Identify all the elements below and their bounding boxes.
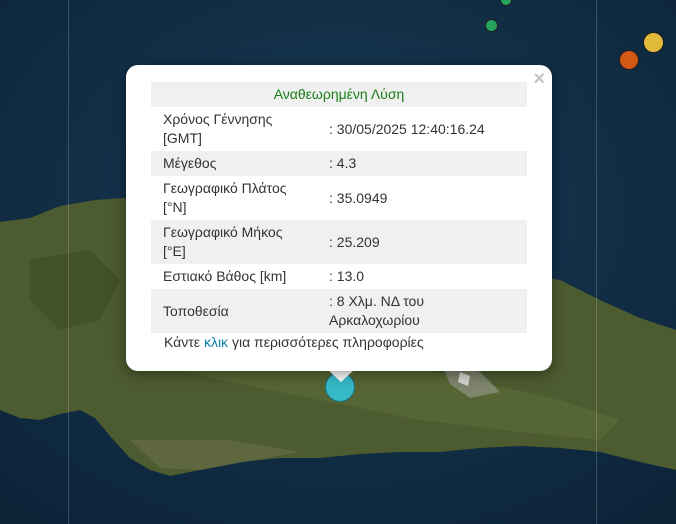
origin-time-value: : 30/05/2025 12:40:16.24 [329,120,485,137]
location-value: : 8 Χλμ. ΝΔ του Αρκαλοχωρίου [321,289,527,333]
latitude-value: : 35.0949 [329,189,388,206]
more-info-text: Κάντε κλικ για περισσότερες πληροφορίες [164,334,424,350]
latitude-label: Γεωγραφικό Πλάτος [°N] [163,180,287,215]
footer-prefix: Κάντε [164,334,201,350]
table-row: Εστιακό Βάθος [km] : 13.0 [151,264,527,289]
earthquake-marker[interactable] [619,50,639,70]
table-row: Χρόνος Γέννησης [GMT] : 30/05/2025 12:40… [151,107,527,151]
grid-line [596,0,597,524]
earthquake-marker[interactable] [643,32,664,53]
table-row: Γεωγραφικό Μήκος [°E] : 25.209 [151,220,527,264]
table-header-row: Αναθεωρημένη Λύση [151,82,527,107]
close-button[interactable]: × [533,69,545,89]
earthquake-details-table: Αναθεωρημένη Λύση Χρόνος Γέννησης [GMT] … [151,82,527,333]
table-row: Μέγεθος : 4.3 [151,151,527,176]
location-label: Τοποθεσία [151,289,321,333]
earthquake-marker[interactable] [485,19,498,32]
table-row: Τοποθεσία : 8 Χλμ. ΝΔ του Αρκαλοχωρίου [151,289,527,333]
grid-line [68,0,69,524]
depth-value: : 13.0 [329,268,365,284]
depth-label: Εστιακό Βάθος [km] [163,268,287,284]
popup-header: Αναθεωρημένη Λύση [151,82,527,107]
longitude-value: : 25.209 [321,220,527,264]
longitude-label: Γεωγραφικό Μήκος [°E] [151,220,321,264]
table-row: Γεωγραφικό Πλάτος [°N] : 35.0949 [151,176,527,220]
more-info-link[interactable]: κλικ [204,334,228,350]
popup-tip [328,370,354,382]
footer-suffix: για περισσότερες πληροφορίες [231,334,424,350]
magnitude-label: Μέγεθος [151,151,321,176]
magnitude-value: : 4.3 [321,151,527,176]
origin-time-label: Χρόνος Γέννησης [GMT] [163,111,273,146]
earthquake-popup: × Αναθεωρημένη Λύση Χρόνος Γέννησης [GMT… [126,65,552,371]
